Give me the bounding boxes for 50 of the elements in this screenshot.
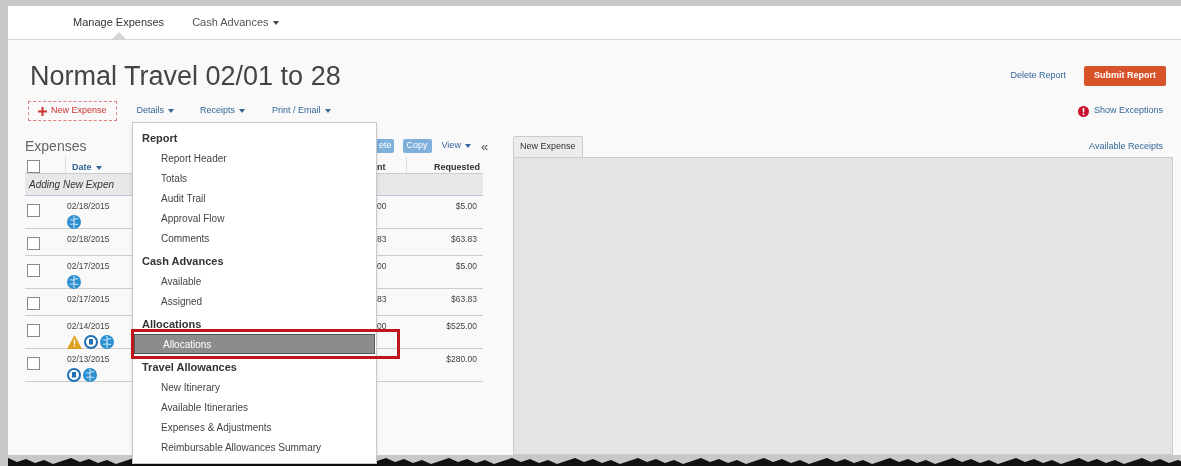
toolbar-menu[interactable]: Receipts [200,104,246,118]
menu-heading: Report [141,131,179,147]
menu-item[interactable]: Audit Trail [133,188,376,208]
requested-cell-text: $5.00 [454,200,478,213]
menu-item[interactable]: Comments [133,228,376,248]
amount-cell-text: 00 [377,320,388,333]
date-cell-text: 02/13/2015 [67,353,111,366]
panel-tab[interactable]: New Expense [513,136,583,157]
menu-heading: Cash Advances [141,254,225,270]
amount-cell-text: 83 [377,233,388,246]
requested-cell-text: $63.83 [450,233,478,246]
date-cell-text: 02/18/2015 [67,200,111,213]
show-exceptions-link[interactable]: Show Exceptions [1077,104,1163,118]
toolbar-menu[interactable]: Print / Email [272,104,331,118]
report-title: Normal Travel 02/01 to 28 [30,60,341,92]
view-menu[interactable]: View [441,139,471,153]
amount-cell-text: 00 [377,260,388,273]
menu-item[interactable]: Assigned [133,291,376,311]
available-receipts-link[interactable]: Available Receipts [1089,139,1163,153]
nav-tab[interactable]: Cash Advances [192,6,279,39]
menu-item[interactable]: New Itinerary [133,377,376,397]
column-header[interactable]: Date [72,161,102,175]
menu-item[interactable]: Report Header [133,148,376,168]
new-expense-button[interactable]: New Expense [28,101,117,121]
menu-item[interactable]: Approval Flow [133,208,376,228]
toolbar-menu[interactable]: Details [136,104,175,118]
panel-title: Expenses [25,138,87,154]
requested-cell-text: $63.83 [450,293,478,306]
requested-cell-text: $525.00 [445,320,478,333]
date-cell-text: 02/14/2015 [67,320,111,333]
column-header: Requested [433,161,481,175]
date-cell-text: 02/17/2015 [67,293,111,306]
amount-cell-text: 83 [377,293,388,306]
date-cell-text: 02/17/2015 [67,260,111,273]
menu-item[interactable]: Expenses & Adjustments [133,417,376,437]
amount-cell-text: 00 [377,200,388,213]
menu-item[interactable]: Available Itineraries [133,397,376,417]
submit-report-button[interactable]: Submit Report [1084,66,1166,86]
menu-item[interactable]: Totals [133,168,376,188]
requested-cell-text: $5.00 [454,260,478,273]
date-cell-text: 02/18/2015 [67,233,111,246]
menu-heading: Travel Allowances [141,360,238,376]
menu-item[interactable]: Available [133,271,376,291]
menu-item[interactable]: Reimbursable Allowances Summary [133,437,376,457]
nav-tab[interactable]: Manage Expenses [73,6,165,39]
menu-heading: Allocations [141,317,203,333]
requested-cell-text: $280.00 [445,353,478,366]
delete-report-link[interactable]: Delete Report [1010,69,1066,83]
adding-row-label: Adding New Expen [27,178,116,192]
collapse-button[interactable]: « [480,139,489,153]
